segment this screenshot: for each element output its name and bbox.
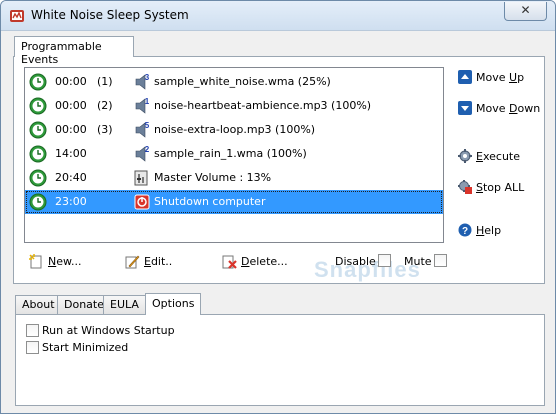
clock-icon	[29, 169, 47, 187]
event-row[interactable]: 20:40 Master Volume : 13%	[25, 166, 443, 190]
start-minimized-label: Start Minimized	[42, 341, 129, 354]
window-title: White Noise Sleep System	[31, 8, 189, 22]
event-row[interactable]: 00:00 (2) 1 noise-heartbeat-ambience.mp3 (1…	[25, 94, 443, 118]
speaker-icon: 2	[134, 145, 150, 163]
app-window: White Noise Sleep System ✕ Programmable …	[0, 0, 556, 414]
start-minimized-checkbox[interactable]	[26, 341, 39, 354]
arrow-up-icon	[458, 70, 472, 84]
delete-icon	[222, 255, 237, 269]
tab-programmable-events[interactable]: Programmable Events	[14, 36, 134, 66]
tab-options[interactable]: Options	[145, 293, 202, 315]
event-description: sample_rain_1.wma (100%)	[154, 147, 307, 160]
event-row[interactable]: 00:00 (1) 3 sample_white_noise.wma (25%)	[25, 70, 443, 94]
event-index: (2)	[97, 99, 113, 112]
event-time: 00:00	[55, 75, 87, 88]
svg-text:3: 3	[145, 73, 150, 82]
event-time: 20:40	[55, 171, 87, 184]
event-description: sample_white_noise.wma (25%)	[154, 75, 331, 88]
programmable-events-panel: 00:00 (1) 3 sample_white_noise.wma (25%) 00:…	[13, 56, 545, 284]
run-at-startup-checkbox[interactable]	[26, 324, 39, 337]
svg-text:2: 2	[145, 145, 150, 154]
event-time: 23:00	[55, 195, 87, 208]
svg-text:5: 5	[145, 121, 150, 130]
help-icon: ?	[458, 223, 472, 237]
stop-gear-icon	[458, 180, 472, 194]
tab-about[interactable]: About	[15, 295, 62, 314]
mute-checkbox[interactable]	[434, 254, 447, 267]
arrow-down-icon	[458, 101, 472, 115]
event-row[interactable]: 23:00 Shutdown computer	[25, 190, 443, 214]
events-list[interactable]: 00:00 (1) 3 sample_white_noise.wma (25%) 00:…	[24, 67, 444, 243]
tab-eula[interactable]: EULA	[103, 295, 146, 314]
clock-icon	[29, 121, 47, 139]
event-description: noise-heartbeat-ambience.mp3 (100%)	[154, 99, 372, 112]
gear-icon	[458, 149, 472, 163]
disable-label: Disable	[335, 255, 376, 268]
clock-icon	[29, 97, 47, 115]
event-time: 00:00	[55, 123, 87, 136]
title-bar[interactable]: White Noise Sleep System ✕	[1, 1, 555, 31]
disable-checkbox[interactable]	[378, 254, 391, 267]
clock-icon	[29, 73, 47, 91]
svg-text:?: ?	[462, 226, 468, 237]
svg-text:1: 1	[145, 97, 150, 106]
event-description: noise-extra-loop.mp3 (100%)	[154, 123, 316, 136]
volume-icon	[134, 169, 150, 187]
speaker-icon: 1	[134, 97, 150, 115]
mute-label: Mute	[404, 255, 432, 268]
close-button[interactable]: ✕	[504, 2, 547, 21]
event-index: (1)	[97, 75, 113, 88]
close-icon: ✕	[520, 3, 531, 17]
event-time: 00:00	[55, 99, 87, 112]
event-time: 14:00	[55, 147, 87, 160]
event-row[interactable]: 00:00 (3) 5 noise-extra-loop.mp3 (100%)	[25, 118, 443, 142]
speaker-icon: 3	[134, 73, 150, 91]
edit-pencil-icon	[125, 255, 140, 269]
clock-icon	[29, 193, 47, 211]
options-panel: Run at Windows Startup Start Minimized	[15, 314, 545, 406]
app-icon	[10, 10, 24, 22]
clock-icon	[29, 145, 47, 163]
shutdown-icon	[134, 193, 150, 211]
new-document-icon	[29, 254, 42, 269]
event-row[interactable]: 14:00 2 sample_rain_1.wma (100%)	[25, 142, 443, 166]
event-index: (3)	[97, 123, 113, 136]
run-at-startup-label: Run at Windows Startup	[42, 324, 175, 337]
speaker-icon: 5	[134, 121, 150, 139]
event-description: Shutdown computer	[154, 195, 266, 208]
event-description: Master Volume : 13%	[154, 171, 272, 184]
